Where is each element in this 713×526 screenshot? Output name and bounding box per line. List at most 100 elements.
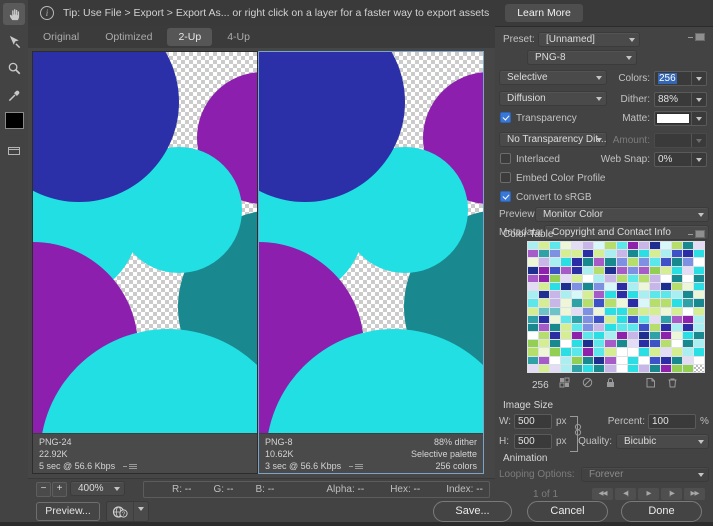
color-swatch[interactable] <box>528 307 539 315</box>
color-swatch[interactable] <box>682 291 693 299</box>
color-swatch[interactable] <box>550 274 561 282</box>
color-swatch[interactable] <box>539 315 550 323</box>
color-swatch[interactable] <box>539 258 550 266</box>
color-swatch[interactable] <box>682 315 693 323</box>
first-frame-button[interactable]: ◀◀ <box>592 488 613 500</box>
zoom-tool-button[interactable] <box>3 57 25 79</box>
color-swatch[interactable] <box>649 282 660 291</box>
color-swatch[interactable] <box>682 332 693 340</box>
color-swatch[interactable] <box>561 315 572 323</box>
dither-method-select[interactable]: Diffusion <box>499 91 607 106</box>
color-swatch[interactable] <box>594 266 605 274</box>
color-swatch[interactable] <box>660 250 671 258</box>
color-swatch[interactable] <box>539 250 550 258</box>
width-field[interactable]: 500 <box>514 414 552 429</box>
color-swatch[interactable] <box>682 258 693 266</box>
color-swatch[interactable] <box>616 258 627 266</box>
color-swatch[interactable] <box>660 364 671 372</box>
color-swatch[interactable] <box>693 307 704 315</box>
color-swatch[interactable] <box>605 307 616 315</box>
color-swatch[interactable] <box>649 348 660 356</box>
color-swatch[interactable] <box>605 291 616 299</box>
color-swatch[interactable] <box>627 340 638 348</box>
map-transparency-button[interactable] <box>582 377 593 388</box>
color-swatch[interactable] <box>671 307 682 315</box>
color-swatch[interactable] <box>616 250 627 258</box>
color-swatch[interactable] <box>528 250 539 258</box>
color-swatch[interactable] <box>539 291 550 299</box>
color-swatch[interactable] <box>572 315 583 323</box>
browser-select-control[interactable]: ? <box>106 501 149 522</box>
color-swatch[interactable] <box>561 274 572 282</box>
previous-frame-button[interactable]: ◀| <box>615 488 636 500</box>
color-swatch[interactable] <box>594 356 605 364</box>
color-swatch[interactable] <box>561 250 572 258</box>
color-swatch[interactable] <box>594 307 605 315</box>
color-swatch[interactable] <box>627 250 638 258</box>
color-swatch[interactable] <box>528 291 539 299</box>
color-swatch[interactable] <box>660 332 671 340</box>
color-swatch[interactable] <box>616 266 627 274</box>
color-swatch[interactable] <box>594 315 605 323</box>
color-swatch[interactable] <box>671 340 682 348</box>
original-preview-pane[interactable]: PNG-24 22.92K 5 sec @ 56.6 Kbps <box>32 51 258 474</box>
zoom-in-button[interactable]: + <box>52 482 67 497</box>
color-swatch[interactable] <box>616 315 627 323</box>
color-swatch[interactable] <box>616 364 627 372</box>
color-swatch[interactable] <box>605 282 616 291</box>
color-swatch[interactable] <box>528 266 539 274</box>
color-swatch[interactable] <box>660 340 671 348</box>
color-swatch[interactable] <box>682 299 693 307</box>
lock-color-button[interactable] <box>605 377 616 388</box>
color-swatch[interactable] <box>605 266 616 274</box>
tab-4up[interactable]: 4-Up <box>216 28 261 46</box>
color-swatch[interactable] <box>649 250 660 258</box>
color-swatch[interactable] <box>616 340 627 348</box>
color-swatch[interactable] <box>528 282 539 291</box>
color-swatch[interactable] <box>605 364 616 372</box>
color-swatch[interactable] <box>561 356 572 364</box>
color-swatch[interactable] <box>671 356 682 364</box>
color-swatch[interactable] <box>660 258 671 266</box>
color-swatch[interactable] <box>693 356 704 364</box>
color-swatch[interactable] <box>649 242 660 250</box>
color-swatch[interactable] <box>627 242 638 250</box>
color-swatch[interactable] <box>594 258 605 266</box>
color-swatch[interactable] <box>682 307 693 315</box>
color-swatch[interactable] <box>671 258 682 266</box>
color-swatch[interactable] <box>627 274 638 282</box>
format-select[interactable]: PNG-8 <box>527 50 637 65</box>
color-swatch[interactable] <box>605 250 616 258</box>
slice-select-tool-button[interactable] <box>3 30 25 52</box>
color-swatch[interactable] <box>594 291 605 299</box>
color-swatch[interactable] <box>693 323 704 332</box>
zoom-out-button[interactable]: − <box>36 482 51 497</box>
color-swatch[interactable] <box>638 356 649 364</box>
color-swatch[interactable] <box>638 315 649 323</box>
color-swatch[interactable] <box>605 356 616 364</box>
color-swatch[interactable] <box>638 291 649 299</box>
color-swatch[interactable] <box>561 282 572 291</box>
color-swatch[interactable] <box>539 348 550 356</box>
color-swatch[interactable] <box>682 274 693 282</box>
color-swatch[interactable] <box>627 266 638 274</box>
color-swatch[interactable] <box>682 266 693 274</box>
color-swatch[interactable] <box>660 282 671 291</box>
color-swatch[interactable] <box>528 348 539 356</box>
color-swatch[interactable] <box>693 282 704 291</box>
color-swatch[interactable] <box>605 315 616 323</box>
color-swatch[interactable] <box>616 274 627 282</box>
percent-field[interactable]: 100 <box>648 414 696 429</box>
preview-mode-select[interactable]: Monitor Color <box>535 207 709 222</box>
color-swatch[interactable] <box>682 323 693 332</box>
panel-menu-icon[interactable] <box>688 32 706 42</box>
color-swatch[interactable] <box>561 364 572 372</box>
stepper-chevron-icon[interactable] <box>691 93 706 106</box>
color-swatch[interactable] <box>550 348 561 356</box>
color-swatch[interactable] <box>528 242 539 250</box>
color-swatch[interactable] <box>638 250 649 258</box>
color-swatch[interactable] <box>638 340 649 348</box>
color-swatch[interactable] <box>671 332 682 340</box>
color-swatch[interactable] <box>638 258 649 266</box>
eyedropper-tool-button[interactable] <box>3 84 25 106</box>
